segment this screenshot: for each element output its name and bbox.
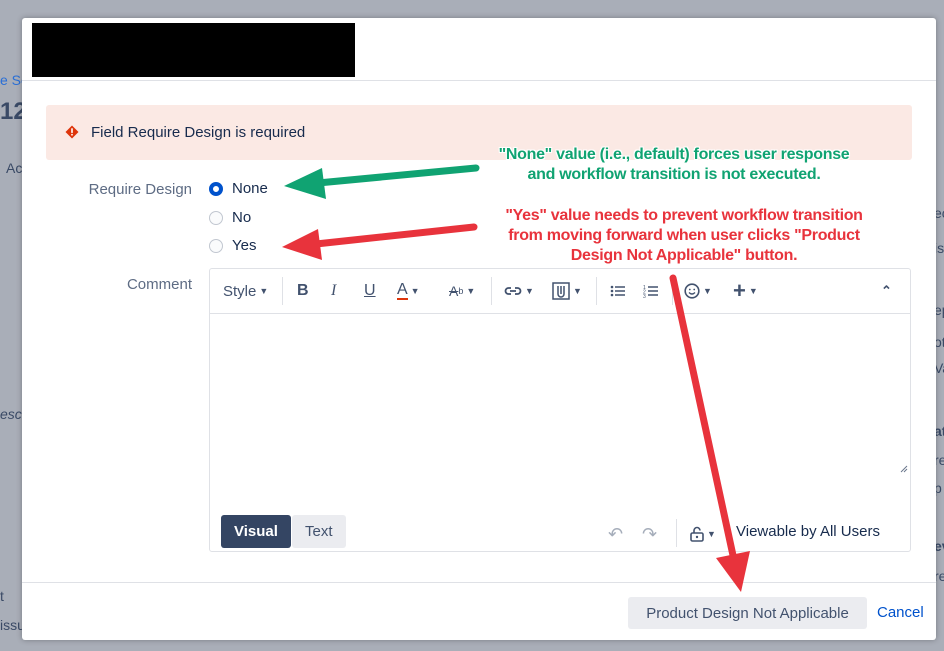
radio-no[interactable] [209, 211, 223, 225]
insert-more-icon[interactable]: + ▼ [733, 278, 758, 303]
header-divider [22, 80, 936, 81]
numbered-list-icon[interactable]: 123 [643, 279, 659, 303]
radio-none-label[interactable]: None [232, 180, 268, 197]
redacted-dialog-title [32, 23, 355, 77]
error-message: Field Require Design is required [91, 124, 306, 141]
text-color-icon[interactable]: A ▼ [397, 279, 420, 303]
text-mode-button[interactable]: Text [292, 515, 346, 548]
toolbar-divider [491, 277, 492, 305]
radio-yes[interactable] [209, 239, 223, 253]
green-annotation: "None" value (i.e., default) forces user… [478, 145, 870, 185]
bg-fragment: esc [0, 406, 22, 422]
footer-divider [22, 582, 936, 583]
underline-icon[interactable]: U [364, 279, 376, 303]
transition-dialog: Field Require Design is required Require… [22, 18, 936, 640]
undo-icon[interactable]: ↶ [608, 522, 623, 546]
bg-fragment: t [0, 588, 4, 604]
comment-editor[interactable]: Style ▼ B I U A ▼ Ab ▼ ▼ ▼ 123 ▼ + ▼ ⌃ V… [209, 268, 911, 552]
comment-label: Comment [126, 276, 192, 293]
svg-text:3: 3 [643, 294, 646, 298]
toolbar-divider [676, 519, 677, 547]
radio-no-label[interactable]: No [232, 209, 251, 226]
visual-mode-button[interactable]: Visual [221, 515, 291, 548]
product-design-not-applicable-button[interactable]: Product Design Not Applicable [628, 597, 867, 629]
viewable-label: Viewable by All Users [736, 523, 880, 540]
chevron-down-icon: ▼ [707, 529, 716, 539]
red-annotation-line: from moving forward when user clicks "Pr… [508, 227, 860, 244]
green-annotation-line: "None" value (i.e., default) forces user… [498, 146, 850, 163]
collapse-toolbar-icon[interactable]: ⌃ [881, 279, 892, 303]
editor-toolbar: Style ▼ B I U A ▼ Ab ▼ ▼ ▼ 123 ▼ + ▼ ⌃ [210, 269, 910, 314]
bold-icon[interactable]: B [297, 279, 309, 303]
text-effects-icon[interactable]: Ab ▼ [449, 279, 475, 303]
cancel-link[interactable]: Cancel [877, 604, 924, 621]
style-label: Style [223, 282, 257, 300]
unlock-icon [690, 526, 704, 542]
resize-handle-icon[interactable] [898, 463, 908, 473]
emoji-icon[interactable]: ▼ [684, 279, 712, 303]
italic-icon[interactable]: I [331, 279, 336, 303]
toolbar-divider [672, 277, 673, 305]
red-annotation-line: "Yes" value needs to prevent workflow tr… [505, 207, 863, 224]
error-icon [65, 125, 79, 139]
require-design-label: Require Design [88, 181, 192, 198]
toolbar-divider [282, 277, 283, 305]
radio-yes-label[interactable]: Yes [232, 237, 256, 254]
bg-fragment: Ac [6, 160, 23, 176]
radio-none[interactable] [209, 182, 223, 196]
chevron-down-icon: ▼ [259, 286, 269, 296]
link-icon[interactable]: ▼ [504, 279, 534, 303]
toolbar-divider [596, 277, 597, 305]
green-annotation-line: and workflow transition is not executed. [527, 166, 821, 183]
restriction-dropdown[interactable]: ▼ [690, 522, 716, 546]
attachment-icon[interactable]: ▼ [552, 279, 582, 303]
red-annotation: "Yes" value needs to prevent workflow tr… [486, 206, 882, 266]
red-annotation-line: Design Not Applicable" button. [570, 247, 798, 264]
style-dropdown[interactable]: Style ▼ [223, 279, 268, 303]
bullet-list-icon[interactable] [610, 279, 626, 303]
redo-icon[interactable]: ↷ [642, 522, 657, 546]
